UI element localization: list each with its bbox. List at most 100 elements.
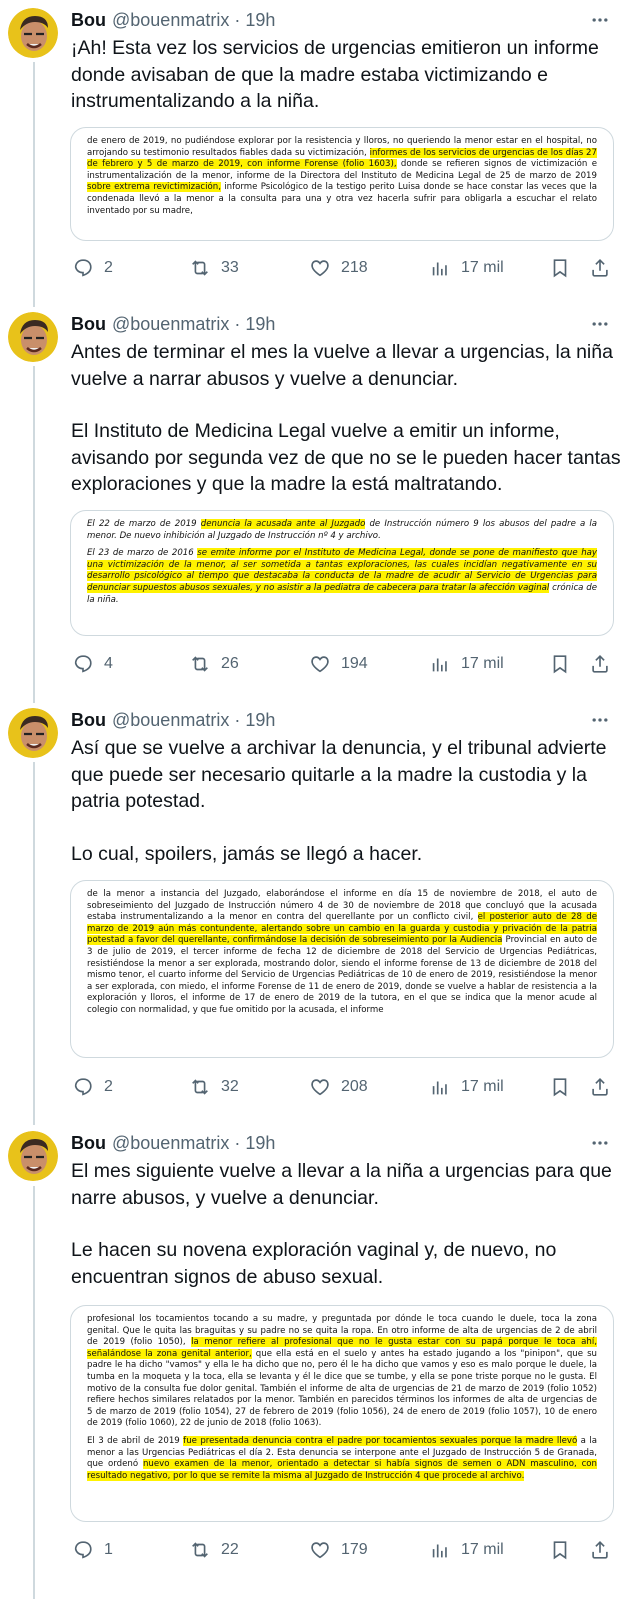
more-options-button[interactable] [586, 313, 614, 335]
retweet-icon [192, 1079, 208, 1095]
bookmark-button[interactable] [549, 647, 571, 681]
analytics-icon [432, 658, 447, 672]
document-image[interactable]: El 22 de marzo de 2019 denuncia la acusa… [70, 510, 614, 636]
retweets-count: 22 [221, 1541, 239, 1558]
document-paragraph: El 23 de marzo de 2016 se emite informe … [87, 548, 597, 606]
author-name[interactable]: Bou [71, 10, 106, 31]
reply-button[interactable]: 2 [72, 251, 113, 285]
author-name[interactable]: Bou [71, 314, 106, 335]
document-paragraph: de la menor a instancia del Juzgado, ela… [87, 889, 598, 1017]
more-options-button[interactable] [586, 709, 614, 731]
retweet-icon [192, 656, 208, 672]
document-text-run: El 22 de marzo de 2019 [87, 519, 201, 529]
share-icon [592, 655, 608, 673]
document-text-run: El 3 de abril de 2019 [87, 1435, 184, 1446]
document-text: de enero de 2019, no pudiéndose explorar… [71, 128, 613, 225]
document-text-run: Provincial en auto de 3 de julio de 2019… [87, 935, 598, 1015]
analytics-icon [432, 1081, 447, 1095]
author-name[interactable]: Bou [71, 1133, 106, 1154]
tweet-header: Bou @bouenmatrix · 19h [71, 710, 275, 731]
separator-dot: · [234, 314, 241, 334]
retweet-button[interactable]: 22 [189, 1533, 239, 1567]
action-bar: 2 32 208 17 mil [62, 1070, 622, 1104]
timestamp[interactable]: 19h [245, 314, 275, 335]
author-name[interactable]: Bou [71, 710, 106, 731]
like-button[interactable]: 208 [309, 1070, 368, 1104]
avatar[interactable] [8, 8, 58, 58]
avatar[interactable] [8, 1131, 58, 1181]
views-button[interactable]: 17 mil [429, 251, 504, 285]
bookmark-button[interactable] [549, 1070, 571, 1104]
document-text: El 22 de marzo de 2019 denuncia la acusa… [71, 511, 613, 614]
views-count: 17 mil [461, 1541, 504, 1558]
views-button[interactable]: 17 mil [429, 1533, 504, 1567]
tweet-paragraph: El Instituto de Medicina Legal vuelve a … [71, 420, 621, 495]
replies-count: 1 [104, 1541, 113, 1558]
likes-count: 194 [341, 655, 368, 672]
views-button[interactable]: 17 mil [429, 1070, 504, 1104]
bookmark-button[interactable] [549, 1533, 571, 1567]
thread-connector [33, 366, 35, 703]
timestamp[interactable]: 19h [245, 710, 275, 731]
author-handle[interactable]: @bouenmatrix [112, 710, 229, 731]
heart-icon [311, 1542, 329, 1559]
document-text: de la menor a instancia del Juzgado, ela… [71, 881, 613, 1025]
reply-icon [74, 1541, 92, 1559]
tweet-text: ¡Ah! Esta vez los servicios de urgencias… [71, 35, 621, 115]
document-image[interactable]: profesional los tocamientos tocando a su… [70, 1305, 614, 1522]
retweet-icon [192, 1542, 208, 1558]
like-button[interactable]: 179 [309, 1533, 368, 1567]
replies-count: 2 [104, 1078, 113, 1095]
share-icon [592, 1078, 608, 1096]
document-image[interactable]: de la menor a instancia del Juzgado, ela… [70, 880, 614, 1058]
author-handle[interactable]: @bouenmatrix [112, 10, 229, 31]
document-text: profesional los tocamientos tocando a su… [71, 1306, 613, 1490]
heart-icon [311, 1079, 329, 1096]
reply-button[interactable]: 1 [72, 1533, 113, 1567]
author-handle[interactable]: @bouenmatrix [112, 1133, 229, 1154]
retweet-button[interactable]: 32 [189, 1070, 239, 1104]
timestamp[interactable]: 19h [245, 10, 275, 31]
views-button[interactable]: 17 mil [429, 647, 504, 681]
retweet-button[interactable]: 33 [189, 251, 239, 285]
bookmark-icon [553, 1078, 567, 1097]
timestamp[interactable]: 19h [245, 1133, 275, 1154]
bookmark-button[interactable] [549, 251, 571, 285]
reply-button[interactable]: 2 [72, 1070, 113, 1104]
share-button[interactable] [589, 1533, 611, 1567]
like-button[interactable]: 194 [309, 647, 368, 681]
action-bar: 4 26 194 17 mil [62, 647, 622, 681]
tweet-text: Antes de terminar el mes la vuelve a lle… [71, 339, 621, 498]
retweets-count: 32 [221, 1078, 239, 1095]
share-icon [592, 259, 608, 277]
document-text-run: El 23 de marzo de 2016 [87, 548, 198, 559]
tweet-text: El mes siguiente vuelve a llevar a la ni… [71, 1158, 621, 1290]
share-button[interactable] [589, 1070, 611, 1104]
avatar[interactable] [8, 312, 58, 362]
avatar[interactable] [8, 708, 58, 758]
more-options-button[interactable] [586, 1132, 614, 1154]
document-text-run: que ella está en el suelo y antes ha est… [87, 1348, 598, 1429]
more-options-button[interactable] [586, 9, 614, 31]
thread-connector [33, 1186, 35, 1599]
retweets-count: 26 [221, 655, 239, 672]
views-count: 17 mil [461, 1078, 504, 1095]
tweet-text: Así que se vuelve a archivar la denuncia… [71, 735, 621, 867]
likes-count: 218 [341, 259, 368, 276]
share-icon [592, 1541, 608, 1559]
views-count: 17 mil [461, 655, 504, 672]
tweet-header: Bou @bouenmatrix · 19h [71, 314, 275, 335]
analytics-icon [432, 1544, 447, 1558]
share-button[interactable] [589, 647, 611, 681]
like-button[interactable]: 218 [309, 251, 368, 285]
reply-icon [74, 1078, 92, 1096]
reply-button[interactable]: 4 [72, 647, 113, 681]
author-handle[interactable]: @bouenmatrix [112, 314, 229, 335]
highlighted-text: sobre extrema revictimización, [87, 182, 221, 193]
retweet-icon [192, 260, 208, 276]
separator-dot: · [234, 710, 241, 730]
document-paragraph: profesional los tocamientos tocando a su… [87, 1314, 597, 1430]
share-button[interactable] [589, 251, 611, 285]
retweet-button[interactable]: 26 [189, 647, 239, 681]
document-image[interactable]: de enero de 2019, no pudiéndose explorar… [70, 127, 614, 241]
